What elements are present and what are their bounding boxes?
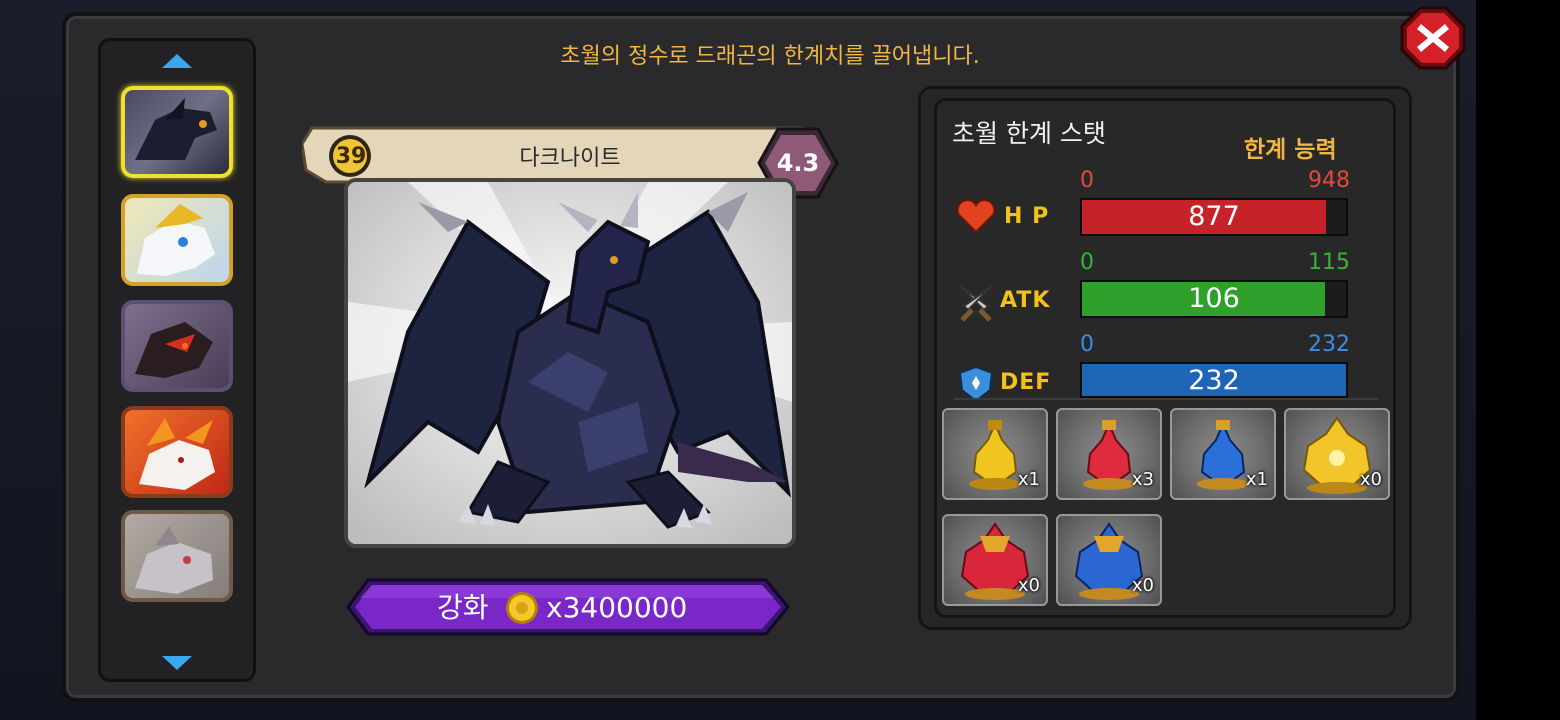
stats-title: 초월 한계 스탯 bbox=[952, 119, 1106, 148]
close-icon[interactable] bbox=[1400, 6, 1466, 70]
shadow-fire-thumb-icon bbox=[135, 322, 213, 378]
white-gold-thumb-icon bbox=[137, 204, 215, 276]
page-description: 초월의 정수로 드래곤의 한계치를 끌어냅니다. bbox=[560, 44, 980, 69]
hp-value: 877 bbox=[1188, 201, 1240, 232]
dragon-name: 다크나이트 bbox=[519, 146, 621, 171]
item-count: x0 bbox=[1017, 575, 1040, 596]
item-slot[interactable]: x1 bbox=[942, 408, 1048, 500]
dragon-thumb-shadow-fire[interactable] bbox=[121, 300, 233, 392]
scroll-down-icon[interactable] bbox=[160, 652, 194, 672]
def-label: DEF bbox=[1000, 370, 1052, 395]
item-slot[interactable]: x0 bbox=[1056, 514, 1162, 606]
item-slot[interactable]: x0 bbox=[1284, 408, 1390, 500]
dragon-thumb-dark-knight[interactable] bbox=[121, 86, 233, 178]
item-slot[interactable]: x0 bbox=[942, 514, 1048, 606]
atk-min: 0 bbox=[1080, 250, 1094, 275]
atk-value: 106 bbox=[1188, 283, 1240, 314]
item-count: x3 bbox=[1131, 469, 1154, 490]
dark-knight-thumb-icon bbox=[135, 98, 217, 160]
grey-rock-thumb-icon bbox=[135, 526, 213, 594]
def-min: 0 bbox=[1080, 332, 1094, 357]
item-slot[interactable]: x1 bbox=[1170, 408, 1276, 500]
hp-max: 948 bbox=[1308, 168, 1350, 193]
upgrade-label: 강화 bbox=[437, 591, 489, 624]
hp-bar: 877 bbox=[1080, 198, 1348, 236]
dragon-portrait bbox=[344, 178, 796, 548]
hp-min: 0 bbox=[1080, 168, 1094, 193]
item-count: x0 bbox=[1131, 575, 1154, 596]
item-count: x1 bbox=[1017, 469, 1040, 490]
atk-max: 115 bbox=[1308, 250, 1350, 275]
def-bar: 232 bbox=[1080, 362, 1348, 398]
item-count: x0 bbox=[1359, 469, 1382, 490]
right-letterbox bbox=[1476, 0, 1560, 720]
stats-divider bbox=[954, 398, 1378, 400]
item-count: x1 bbox=[1245, 469, 1268, 490]
dragon-thumb-grey-rock[interactable] bbox=[121, 510, 233, 602]
atk-label: ATK bbox=[1000, 288, 1051, 313]
scroll-up-icon[interactable] bbox=[160, 52, 194, 72]
crossed-swords-icon bbox=[959, 285, 993, 322]
def-value: 232 bbox=[1188, 365, 1240, 396]
dragon-thumb-white-gold[interactable] bbox=[121, 194, 233, 286]
upgrade-cost: x3400000 bbox=[546, 591, 688, 624]
hp-label: H P bbox=[1004, 204, 1050, 229]
heart-icon bbox=[956, 199, 996, 234]
def-max: 232 bbox=[1308, 332, 1350, 357]
dragon-level: 39 bbox=[335, 144, 367, 169]
dragon-thumb-flame[interactable] bbox=[121, 406, 233, 498]
dark-knight-dragon-art bbox=[348, 182, 792, 544]
limit-ability-title: 한계 능력 bbox=[1244, 137, 1337, 163]
gold-coin-icon bbox=[506, 592, 538, 624]
item-slot[interactable]: x3 bbox=[1056, 408, 1162, 500]
atk-bar: 106 bbox=[1080, 280, 1348, 318]
flame-thumb-icon bbox=[139, 418, 215, 490]
